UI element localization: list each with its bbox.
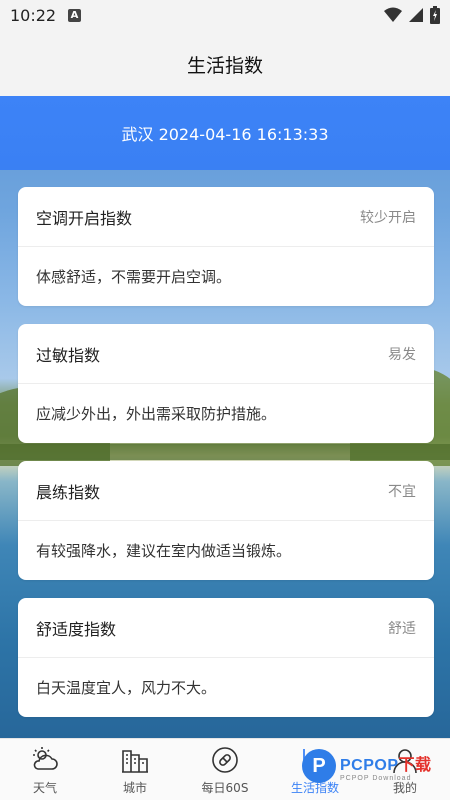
pcpop-logo-icon: P [302,749,336,783]
daily-news-icon [210,745,240,775]
nav-label: 城市 [122,781,147,795]
card-desc: 有较强降水，建议在室内做适当锻炼。 [36,542,292,560]
status-time: 10:22 [10,6,57,25]
card-header: 过敏指数 易发 [18,324,434,384]
card-desc: 体感舒适，不需要开启空调。 [36,268,232,286]
card-level: 不宜 [388,483,416,500]
card-level: 易发 [388,346,416,363]
watermark-brand-suffix: 下载 [398,756,432,774]
battery-icon [430,6,440,24]
card-header: 晨练指数 不宜 [18,461,434,521]
weather-icon [30,745,60,775]
card-desc: 白天温度宜人，风力不大。 [36,679,217,697]
card-body: 体感舒适，不需要开启空调。 [18,247,434,306]
card-body: 白天温度宜人，风力不大。 [18,658,434,717]
card-header: 空调开启指数 较少开启 [18,187,434,247]
index-card-ac[interactable]: 空调开启指数 较少开启 体感舒适，不需要开启空调。 [18,187,434,306]
card-title: 空调开启指数 [36,208,133,228]
nav-daily[interactable]: 每日60S [180,739,270,800]
card-title: 舒适度指数 [36,619,117,639]
pcpop-watermark: P PCPOP下载 PCPOP Download [302,746,447,786]
index-card-comfort[interactable]: 舒适度指数 舒适 白天温度宜人，风力不大。 [18,598,434,717]
card-desc: 应减少外出，外出需采取防护措施。 [36,405,277,423]
index-card-allergy[interactable]: 过敏指数 易发 应减少外出，外出需采取防护措施。 [18,324,434,443]
watermark-sub: PCPOP Download [340,774,412,782]
title-bar: 生活指数 [0,32,450,96]
watermark-text: PCPOP下载 PCPOP Download [340,751,432,782]
card-title: 过敏指数 [36,345,101,365]
card-level: 较少开启 [360,209,416,226]
watermark-brand: PCPOP下载 [340,751,432,775]
notification-icon: A [68,9,81,22]
nav-weather[interactable]: 天气 [0,739,90,800]
status-icons [384,6,440,24]
card-level: 舒适 [388,620,416,637]
background-shore [0,444,450,460]
wifi-icon [384,7,402,22]
nav-label: 天气 [32,781,57,795]
location-header: 武汉 2024-04-16 16:13:33 [0,96,450,170]
location-datetime: 武汉 2024-04-16 16:13:33 [121,125,329,144]
watermark-brand-name: PCPOP [340,756,399,774]
card-body: 有较强降水，建议在室内做适当锻炼。 [18,521,434,580]
city-icon [120,745,150,775]
signal-icon [409,8,423,22]
index-card-exercise[interactable]: 晨练指数 不宜 有较强降水，建议在室内做适当锻炼。 [18,461,434,580]
nav-city[interactable]: 城市 [90,739,180,800]
page-title: 生活指数 [186,54,263,77]
nav-label: 每日60S [201,781,249,795]
status-bar: 10:22 A [0,0,450,32]
card-body: 应减少外出，外出需采取防护措施。 [18,384,434,443]
card-title: 晨练指数 [36,482,101,502]
card-header: 舒适度指数 舒适 [18,598,434,658]
